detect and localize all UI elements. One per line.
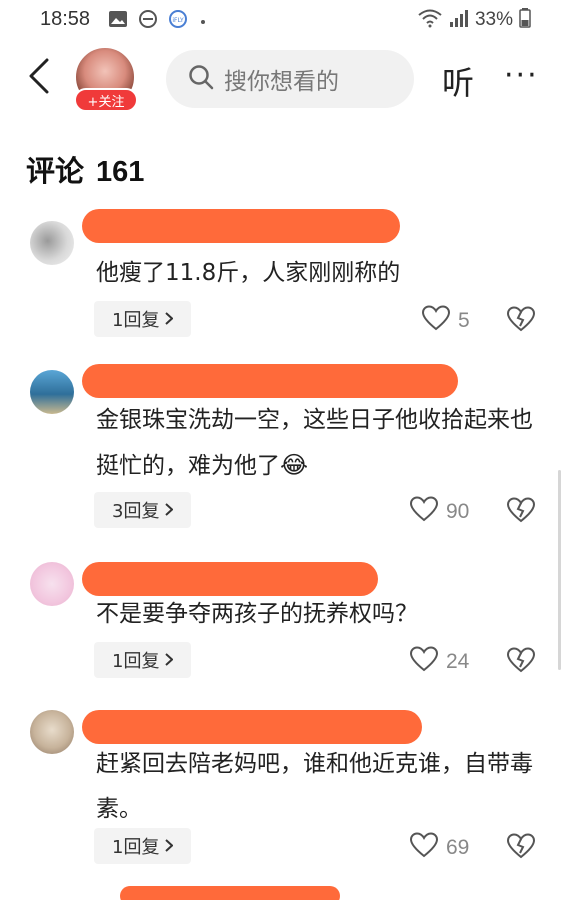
reply-label: 1回复: [112, 310, 160, 331]
back-button[interactable]: [22, 58, 56, 98]
redacted-username: [82, 710, 422, 744]
dislike-button[interactable]: [506, 306, 536, 336]
broken-heart-icon: [506, 833, 536, 863]
status-bar: 18:58 iFLY 33%: [0, 0, 563, 40]
comment-text: 他瘦了11.8斤，人家刚刚称的: [96, 260, 401, 286]
heart-icon: [409, 832, 439, 864]
search-box[interactable]: 搜你想看的: [166, 50, 414, 108]
status-icons-right: 33%: [417, 8, 531, 32]
follow-button[interactable]: +关注: [74, 88, 138, 112]
reply-button[interactable]: 1回复: [94, 301, 192, 337]
author-avatar[interactable]: +关注: [74, 46, 140, 112]
dislike-button[interactable]: [506, 497, 536, 527]
broken-heart-icon: [506, 497, 536, 527]
comment-text: 金银珠宝洗劫一空，这些日子他收拾起来也挺忙的，难为他了😂: [96, 398, 536, 489]
top-nav: +关注 搜你想看的 听 ···: [0, 40, 563, 118]
like-count: 5: [458, 309, 470, 332]
dot-icon: [198, 12, 208, 31]
heart-icon: [409, 496, 439, 528]
battery-percent: 33%: [474, 9, 513, 30]
like-button[interactable]: 5: [421, 305, 470, 337]
like-button[interactable]: 24: [409, 646, 470, 678]
chevron-right-icon: [165, 309, 174, 330]
signal-icon: [449, 8, 469, 32]
status-time: 18:58: [40, 8, 91, 30]
search-placeholder: 搜你想看的: [224, 69, 339, 95]
chevron-left-icon: [28, 58, 50, 98]
comments-title: 评论: [26, 154, 85, 188]
dislike-button[interactable]: [506, 833, 536, 863]
redacted-username: [120, 886, 340, 900]
redacted-username: [82, 209, 400, 243]
reply-label: 1回复: [112, 837, 160, 858]
avatar[interactable]: [30, 710, 74, 754]
battery-icon: [519, 8, 531, 32]
comment-text: 不是要争夺两孩子的抚养权吗？: [96, 601, 418, 627]
comment-text: 赶紧回去陪老妈吧，谁和他近克谁，自带毒素。: [96, 751, 533, 822]
redacted-username: [82, 364, 458, 398]
comments-count: 161: [96, 156, 145, 188]
svg-text:iFLY: iFLY: [172, 17, 184, 24]
like-count: 90: [446, 500, 470, 523]
reply-button[interactable]: 1回复: [94, 642, 192, 678]
like-count: 24: [446, 650, 470, 673]
chevron-right-icon: [165, 650, 174, 671]
heart-icon: [409, 646, 439, 678]
reply-label: 3回复: [112, 501, 160, 522]
redacted-username: [82, 562, 378, 596]
laughing-emoji-icon: 😂: [280, 451, 309, 479]
avatar[interactable]: [30, 562, 74, 606]
listen-button[interactable]: 听: [442, 58, 474, 104]
scrollbar[interactable]: [558, 470, 561, 670]
broken-heart-icon: [506, 647, 536, 677]
more-button[interactable]: ···: [504, 58, 539, 93]
chevron-right-icon: [165, 836, 174, 857]
like-count: 69: [446, 836, 470, 859]
iflytek-icon: iFLY: [168, 9, 188, 33]
heart-icon: [421, 305, 451, 337]
reply-button[interactable]: 3回复: [94, 492, 192, 528]
comment-text-body: 金银珠宝洗劫一空，这些日子他收拾起来也挺忙的，难为他了: [96, 407, 533, 479]
avatar[interactable]: [30, 370, 74, 414]
reply-label: 1回复: [112, 651, 160, 672]
like-button[interactable]: 69: [409, 832, 470, 864]
comments-header: 评论 161: [26, 148, 144, 190]
minus-circle-icon: [138, 9, 158, 33]
image-icon: [108, 10, 128, 32]
chevron-right-icon: [165, 500, 174, 521]
broken-heart-icon: [506, 306, 536, 336]
like-button[interactable]: 90: [409, 496, 470, 528]
avatar[interactable]: [30, 221, 74, 265]
search-icon: [188, 64, 214, 94]
reply-button[interactable]: 1回复: [94, 828, 192, 864]
dislike-button[interactable]: [506, 647, 536, 677]
status-icons-left: iFLY: [108, 9, 208, 33]
wifi-icon: [417, 8, 443, 32]
